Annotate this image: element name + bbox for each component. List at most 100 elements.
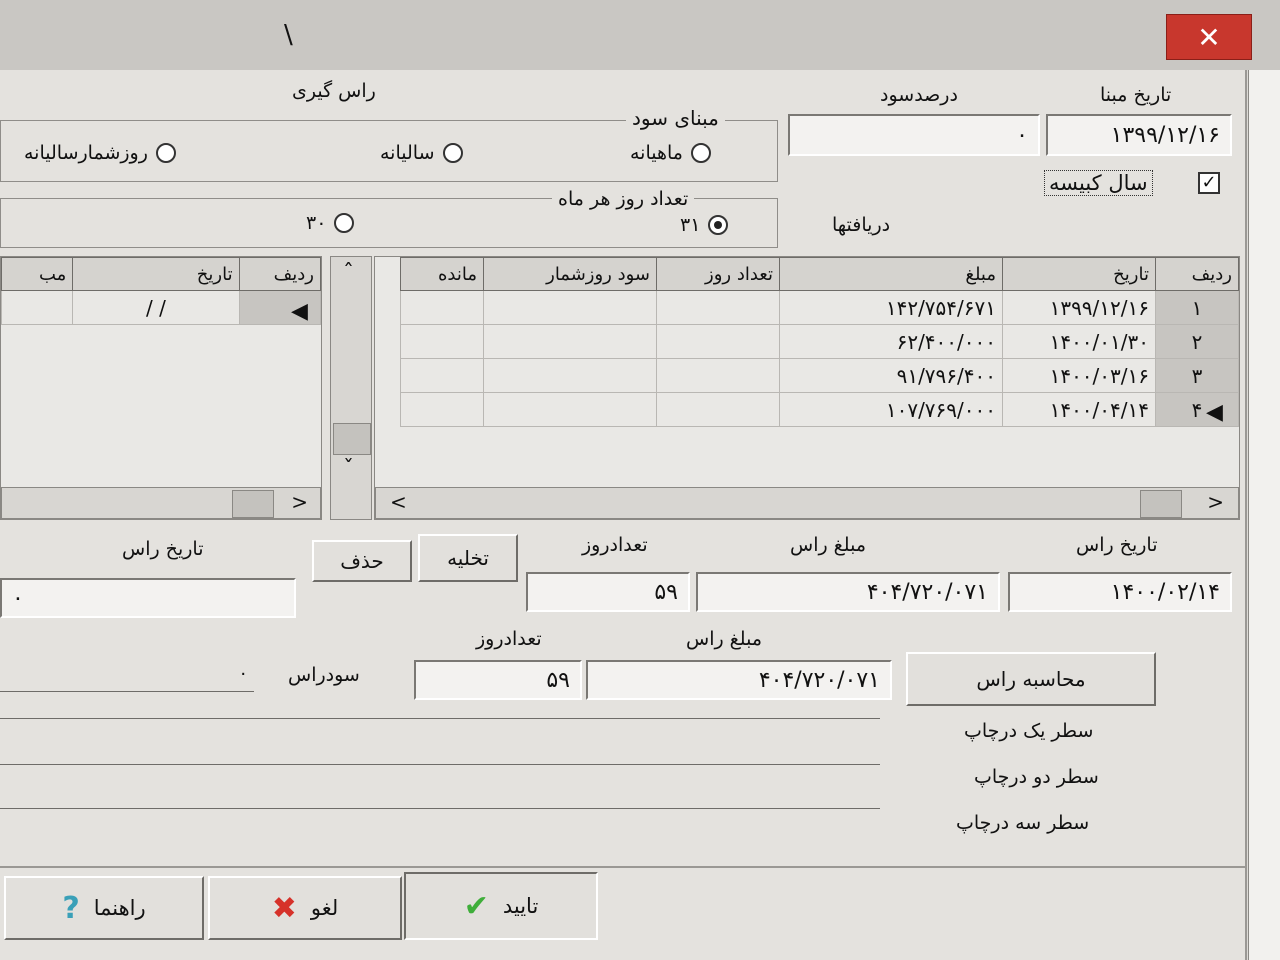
cell-date[interactable]: ۱۴۰۰/۰۳/۱۶ (1002, 358, 1156, 393)
col-amount[interactable]: مبلغ (779, 257, 1003, 291)
side-col-amount[interactable]: مب (1, 257, 74, 291)
side-col-date[interactable]: تاریخ (72, 257, 240, 291)
side-cell-date[interactable]: / / (72, 290, 240, 325)
cell-days[interactable] (656, 324, 780, 359)
clear-button[interactable]: تخلیه (418, 534, 518, 582)
cell-amount[interactable]: ۱۴۲/۷۵۴/۶۷۱ (779, 290, 1003, 325)
radio-monthly[interactable]: ماهیانه (630, 142, 711, 164)
radio-30-label: ۳۰ (306, 212, 327, 234)
head-profit-label: سودراس (288, 664, 360, 686)
radio-yearly[interactable]: سالیانه (380, 142, 463, 164)
cell-profit[interactable] (483, 392, 657, 427)
cell-date[interactable]: ۱۴۰۰/۰۴/۱۴ (1002, 392, 1156, 427)
side-hscrollbar[interactable]: > (1, 487, 321, 519)
current-row-marker-icon: ◀ (1206, 400, 1223, 425)
cell-row[interactable]: ۲ (1155, 324, 1239, 359)
cell-days[interactable] (656, 358, 780, 393)
cell-date[interactable]: ۱۳۹۹/۱۲/۱۶ (1002, 290, 1156, 325)
interest-percent-label: درصدسود (880, 84, 958, 106)
radio-daily-yearly[interactable]: روزشمارسالیانه (24, 142, 176, 164)
side-scroll-right-icon[interactable]: > (291, 490, 308, 514)
cell-days[interactable] (656, 290, 780, 325)
cancel-label: لغو (310, 896, 339, 920)
cell-date[interactable]: ۱۴۰۰/۰۱/۳۰ (1002, 324, 1156, 359)
receipts-vscroll-thumb[interactable] (333, 423, 371, 455)
col-days[interactable]: تعداد روز (656, 257, 780, 291)
cell-profit[interactable] (483, 324, 657, 359)
confirm-button[interactable]: ✔ تایید (404, 872, 598, 940)
scroll-down-icon[interactable]: ˇ (343, 457, 354, 482)
cell-balance[interactable] (400, 358, 484, 393)
head-amount-field[interactable]: ۴۰۴/۷۲۰/۰۷۱ (696, 572, 1000, 612)
interest-percent-field[interactable]: ۰ (788, 114, 1040, 156)
head-date-field[interactable]: ۱۴۰۰/۰۲/۱۴ (1008, 572, 1232, 612)
radio-yearly-button[interactable] (442, 143, 463, 163)
cell-profit[interactable] (483, 358, 657, 393)
head-amount-label: مبلغ راس (790, 534, 866, 556)
col-row[interactable]: ردیف (1155, 257, 1239, 291)
help-button[interactable]: ? راهنما (4, 876, 204, 940)
cell-row[interactable]: ۴ (1155, 392, 1239, 427)
print-line1-field[interactable] (0, 718, 880, 719)
receipts-hscroll-thumb[interactable] (1140, 490, 1182, 518)
footer-divider (0, 866, 1245, 868)
confirm-label: تایید (502, 894, 539, 918)
side-cell-amount[interactable] (1, 290, 74, 325)
radio-31-button[interactable] (708, 215, 729, 235)
days-per-month-label: تعداد روز هر ماه (552, 188, 695, 210)
side-hscroll-thumb[interactable] (232, 490, 274, 518)
background-window-edge (1248, 70, 1280, 960)
table-row[interactable]: ۱ ۱۳۹۹/۱۲/۱۶ ۱۴۲/۷۵۴/۶۷۱ (400, 290, 1239, 325)
base-date-field[interactable]: ۱۳۹۹/۱۲/۱۶ (1046, 114, 1232, 156)
receipts-hscrollbar[interactable]: < > (375, 487, 1239, 519)
cell-balance[interactable] (400, 290, 484, 325)
calculate-head-button[interactable]: محاسبه راس (906, 652, 1156, 706)
radio-monthly-label: ماهیانه (630, 142, 683, 164)
head-list-grid[interactable]: ردیف تاریخ مب / / ◀ > (0, 256, 322, 520)
receipts-vscrollbar[interactable]: ˆ ˇ (330, 256, 372, 520)
cell-amount[interactable]: ۶۲/۴۰۰/۰۰۰ (779, 324, 1003, 359)
side-cell-row[interactable] (238, 290, 321, 325)
calc-day-count-field[interactable]: ۵۹ (414, 660, 582, 700)
side-col-row[interactable]: ردیف (238, 257, 321, 291)
head-profit-field[interactable]: ۰ (0, 656, 254, 692)
cell-amount[interactable]: ۹۱/۷۹۶/۴۰۰ (779, 358, 1003, 393)
close-button[interactable]: ✕ (1166, 14, 1252, 60)
receipts-grid[interactable]: ردیف تاریخ مبلغ تعداد روز سود روزشمار ما… (374, 256, 1240, 520)
scroll-up-icon[interactable]: ˆ (343, 261, 354, 286)
cell-balance[interactable] (400, 324, 484, 359)
delete-button[interactable]: حذف (312, 540, 412, 582)
scroll-left-icon[interactable]: < (390, 490, 407, 514)
cell-balance[interactable] (400, 392, 484, 427)
head-date-field-2[interactable]: ۰ (0, 578, 296, 618)
cell-row[interactable]: ۱ (1155, 290, 1239, 325)
cancel-button[interactable]: ✖ لغو (208, 876, 402, 940)
col-profit[interactable]: سود روزشمار (483, 257, 657, 291)
close-icon: ✕ (1197, 20, 1221, 54)
print-line3-field[interactable] (0, 808, 880, 809)
cell-days[interactable] (656, 392, 780, 427)
title-bar: \ ✕ (0, 0, 1280, 70)
leap-year-checkbox[interactable]: ✓ (1198, 172, 1220, 194)
calc-head-amount-label: مبلغ راس (686, 628, 762, 650)
checkmark-icon: ✔ (463, 888, 489, 924)
radio-monthly-button[interactable] (690, 143, 711, 163)
calc-head-amount-field[interactable]: ۴۰۴/۷۲۰/۰۷۱ (586, 660, 892, 700)
scroll-right-icon[interactable]: > (1207, 490, 1224, 514)
cell-row[interactable]: ۳ (1155, 358, 1239, 393)
table-row[interactable]: / / (1, 290, 321, 325)
day-count-field[interactable]: ۵۹ (526, 572, 690, 612)
table-row[interactable]: ۲ ۱۴۰۰/۰۱/۳۰ ۶۲/۴۰۰/۰۰۰ (400, 324, 1239, 359)
col-balance[interactable]: مانده (400, 257, 484, 291)
col-date[interactable]: تاریخ (1002, 257, 1156, 291)
radio-daily-yearly-button[interactable] (155, 143, 176, 163)
table-row[interactable]: ۳ ۱۴۰۰/۰۳/۱۶ ۹۱/۷۹۶/۴۰۰ (400, 358, 1239, 393)
print-line2-field[interactable] (0, 764, 880, 765)
cell-profit[interactable] (483, 290, 657, 325)
radio-30-button[interactable] (334, 213, 355, 233)
radio-30[interactable]: ۳۰ (306, 212, 355, 234)
radio-31[interactable]: ۳۱ (680, 214, 729, 236)
table-row[interactable]: ۴ ۱۴۰۰/۰۴/۱۴ ۱۰۷/۷۶۹/۰۰۰ (400, 392, 1239, 427)
cell-amount[interactable]: ۱۰۷/۷۶۹/۰۰۰ (779, 392, 1003, 427)
base-date-label: تاریخ مبنا (1100, 84, 1172, 106)
